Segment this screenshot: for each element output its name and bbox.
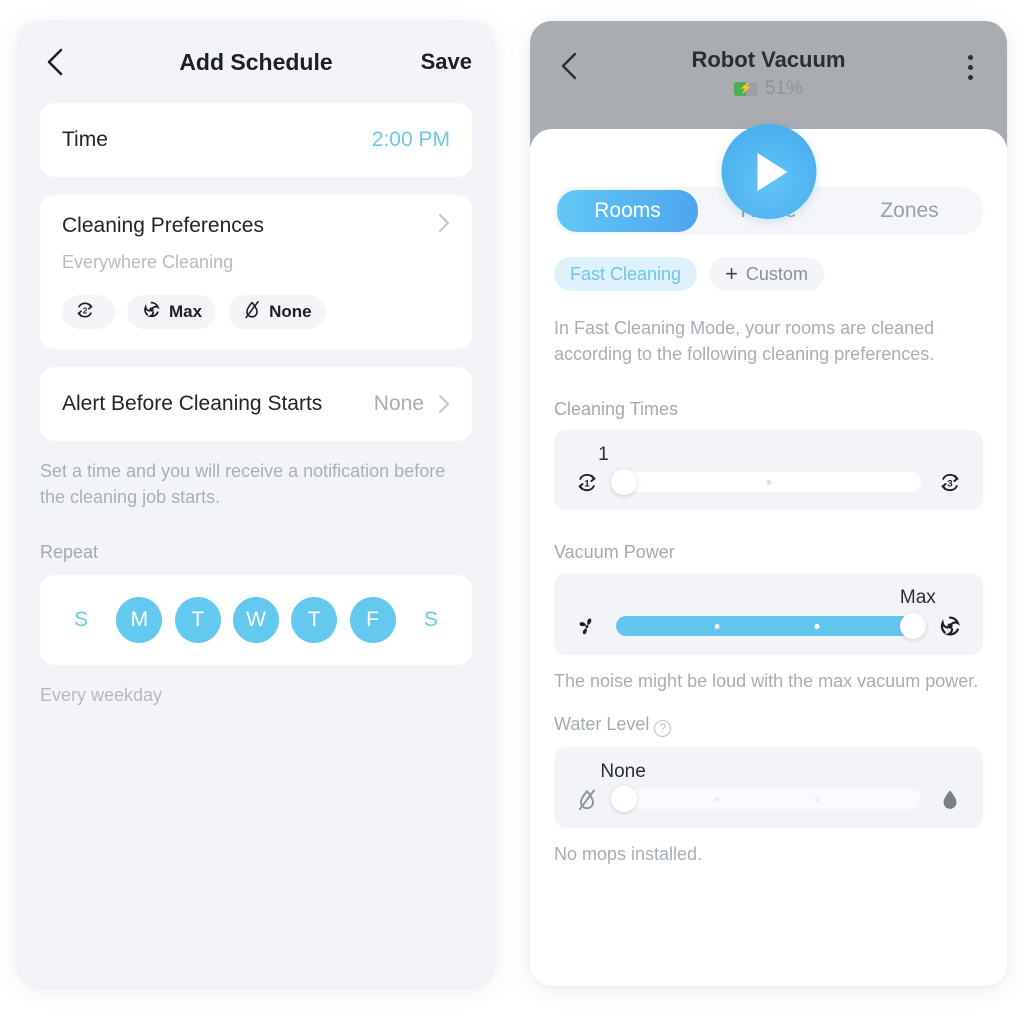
day-toggle-mon[interactable]: M	[116, 597, 163, 644]
save-button[interactable]: Save	[421, 49, 472, 75]
chip-water-level[interactable]: None	[228, 295, 326, 329]
cleaning-times-card: 1 1 3	[554, 430, 983, 511]
vacuum-power-label: Vacuum Power	[554, 542, 675, 563]
vacuum-spiral-icon	[141, 299, 162, 325]
chevron-right-icon[interactable]	[438, 213, 450, 238]
vacuum-power-slider[interactable]	[616, 613, 927, 640]
slider-tick	[714, 796, 720, 802]
play-button[interactable]	[721, 124, 816, 219]
slider-tick	[814, 623, 820, 629]
cleaning-preferences-title: Cleaning Preferences	[62, 213, 264, 237]
time-row[interactable]: Time 2:00 PM	[40, 103, 472, 177]
cleaning-times-slider-row: 1 3	[572, 469, 965, 496]
alert-card[interactable]: Alert Before Cleaning Starts None	[40, 367, 472, 441]
play-icon	[757, 152, 788, 191]
water-level-card: None	[554, 746, 983, 828]
chip-vacuum-power-label: Max	[169, 302, 203, 321]
plus-icon: +	[725, 261, 738, 286]
day-toggle-wed[interactable]: W	[232, 597, 279, 644]
device-title-block: Robot Vacuum ⚡ 51%	[530, 47, 1007, 100]
day-toggle-sun[interactable]: S	[58, 597, 104, 643]
slider-thumb[interactable]	[610, 469, 637, 496]
day-toggle-tue[interactable]: T	[174, 597, 221, 644]
water-drop-off-icon	[242, 299, 262, 325]
slider-thumb[interactable]	[610, 786, 637, 813]
battery-percent-label: 51%	[764, 78, 804, 99]
cleaning-preferences-subtitle: Everywhere Cleaning	[62, 252, 234, 272]
repeat-3-icon: 3	[935, 471, 965, 494]
tab-rooms[interactable]: Rooms	[557, 190, 698, 232]
alert-row[interactable]: Alert Before Cleaning Starts None	[40, 367, 472, 441]
kebab-menu-icon[interactable]	[957, 51, 983, 80]
cleaning-times-value-row: 1	[572, 444, 965, 470]
svg-text:1: 1	[584, 477, 589, 488]
slider-tick	[766, 479, 771, 485]
control-sheet: Rooms Home Zones Fast Cleaning + Custom …	[530, 129, 1007, 986]
tab-zones[interactable]: Zones	[839, 190, 980, 232]
slider-track	[616, 789, 921, 810]
chip-fast-cleaning[interactable]: Fast Cleaning	[554, 257, 698, 291]
vacuum-spiral-icon	[935, 613, 965, 639]
water-level-label: Water Level?	[554, 714, 983, 737]
slider-thumb[interactable]	[900, 613, 927, 640]
water-drop-off-icon	[572, 787, 602, 812]
cleaning-preferences-card[interactable]: Cleaning Preferences Everywhere Cleaning	[40, 195, 472, 349]
repeat-days-card: S M T W T F S	[40, 575, 472, 666]
time-card[interactable]: Time 2:00 PM	[40, 103, 472, 177]
chip-add-custom-label: Custom	[745, 263, 808, 284]
svg-text:3: 3	[947, 477, 952, 488]
device-title: Robot Vacuum	[691, 47, 846, 72]
alert-value: None	[373, 392, 424, 415]
slider-tick	[814, 796, 820, 802]
water-level-slider-row	[572, 786, 965, 813]
cleaning-times-slider[interactable]	[610, 469, 921, 496]
time-label: Time	[62, 128, 108, 151]
cleaning-times-label: Cleaning Times	[554, 399, 679, 420]
time-value[interactable]: 2:00 PM	[372, 128, 450, 152]
water-level-value: None	[600, 760, 646, 782]
vacuum-power-value: Max	[899, 587, 936, 609]
svg-text:2: 2	[83, 306, 88, 315]
cleaning-times-value: 1	[598, 444, 609, 466]
vacuum-power-note: The noise might be loud with the max vac…	[554, 671, 979, 692]
water-drop-icon	[935, 787, 965, 812]
slider-tick	[714, 623, 720, 629]
day-toggle-fri[interactable]: F	[349, 597, 396, 644]
chevron-right-icon[interactable]	[438, 394, 450, 414]
robot-vacuum-screen: Robot Vacuum ⚡ 51% Rooms Home Zones	[530, 21, 1007, 986]
battery-status: ⚡ 51%	[530, 78, 1007, 100]
back-icon[interactable]	[40, 47, 70, 77]
repeat-1-icon: 1	[572, 471, 602, 494]
chip-cleaning-times[interactable]: 2	[62, 295, 115, 329]
repeat-2-icon: 2	[74, 300, 96, 325]
water-level-value-row: None	[572, 761, 965, 787]
alert-help-text: Set a time and you will receive a notifi…	[40, 461, 446, 507]
mode-description: In Fast Cleaning Mode, your rooms are cl…	[554, 318, 935, 365]
back-icon[interactable]	[554, 51, 584, 81]
chip-add-custom[interactable]: + Custom	[709, 257, 824, 291]
repeat-summary: Every weekday	[40, 685, 163, 706]
preference-chip-list: 2 Max None	[62, 295, 450, 329]
vacuum-power-slider-row	[572, 613, 965, 640]
chip-water-level-label: None	[269, 302, 312, 321]
repeat-label: Repeat	[40, 542, 99, 563]
chip-vacuum-power[interactable]: Max	[127, 295, 217, 329]
vacuum-power-card: Max	[554, 573, 983, 656]
add-schedule-screen: Add Schedule Save Time 2:00 PM Cleaning …	[18, 21, 494, 986]
left-header: Add Schedule Save	[18, 21, 494, 103]
screenshot-root: Add Schedule Save Time 2:00 PM Cleaning …	[0, 0, 1024, 1024]
fan-icon	[572, 614, 602, 638]
question-mark-icon[interactable]: ?	[654, 719, 672, 737]
vacuum-power-value-row: Max	[572, 587, 965, 613]
cleaning-mode-chips: Fast Cleaning + Custom	[554, 257, 983, 291]
cleaning-preferences-header: Cleaning Preferences	[62, 213, 450, 238]
slider-fill	[616, 616, 921, 637]
alert-label: Alert Before Cleaning Starts	[62, 392, 323, 415]
water-level-label-text: Water Level	[554, 714, 650, 735]
battery-icon: ⚡	[733, 82, 758, 96]
day-toggle-sat[interactable]: S	[408, 597, 454, 643]
water-level-slider[interactable]	[610, 786, 921, 813]
water-level-note: No mops installed.	[554, 843, 703, 864]
day-toggle-thu[interactable]: T	[291, 597, 338, 644]
